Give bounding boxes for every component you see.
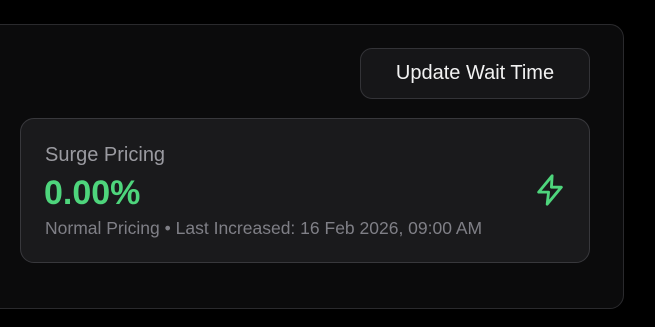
separator-dot: • <box>164 218 171 238</box>
surge-pricing-card: Surge Pricing 0.00% Normal Pricing • Las… <box>20 118 590 263</box>
update-wait-time-label: Update Wait Time <box>395 62 555 84</box>
lightning-bolt-icon <box>533 172 567 208</box>
surge-pricing-value: 0.00% <box>44 174 141 212</box>
surge-pricing-subtitle: Normal Pricing • Last Increased: 16 Feb … <box>45 218 482 239</box>
last-increased-value: 16 Feb 2026, 09:00 AM <box>300 218 483 238</box>
pricing-status: Normal Pricing <box>45 218 160 238</box>
update-wait-time-button[interactable]: Update Wait Time <box>360 48 590 99</box>
surge-pricing-title: Surge Pricing <box>45 144 166 166</box>
last-increased-label: Last Increased: <box>175 218 296 238</box>
